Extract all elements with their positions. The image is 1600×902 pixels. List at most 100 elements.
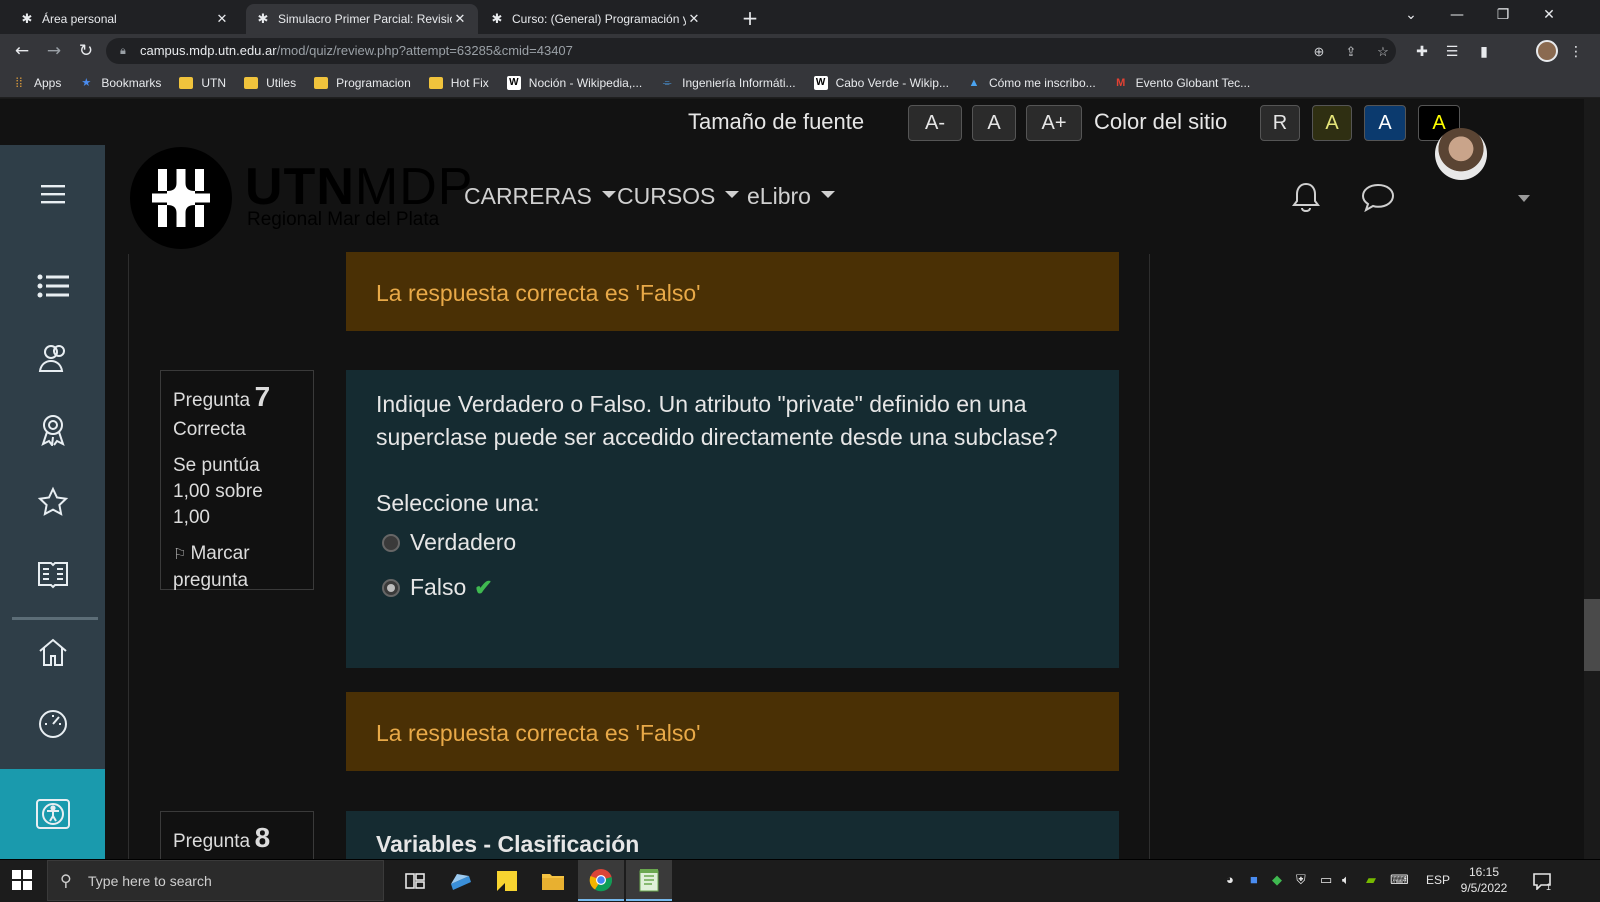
next-question-title: Variables - Clasificación <box>376 831 640 857</box>
defender-tray-icon[interactable]: ⛨ <box>1296 872 1306 888</box>
menu-dots-icon[interactable]: ⋮ <box>1566 42 1586 62</box>
tab-area-personal[interactable]: ✱ Área personal ✕ <box>10 4 240 34</box>
menu-cursos[interactable]: CURSOS <box>617 183 740 210</box>
answer-label: Falso <box>410 574 467 600</box>
profile-avatar-icon[interactable] <box>1536 40 1558 62</box>
menu-elibro[interactable]: eLibro <box>747 183 835 210</box>
tab-title: Curso: (General) Programación y <box>512 12 686 26</box>
bookmark-cabo-verde[interactable]: W Cabo Verde - Wikip... <box>813 75 949 90</box>
volume-icon[interactable]: 🔈︎ <box>1342 872 1350 888</box>
share-icon[interactable]: ⇪ <box>1342 43 1360 61</box>
bookmark-star-icon[interactable]: ☆ <box>1374 43 1392 61</box>
gradebook-icon[interactable] <box>34 555 72 593</box>
menu-label: CARRERAS <box>464 183 592 209</box>
bookmark-label: Programacion <box>336 75 411 90</box>
radio-falso[interactable] <box>382 578 400 597</box>
star-favorites-icon[interactable] <box>34 483 72 521</box>
color-blue-button[interactable]: A <box>1364 105 1406 141</box>
back-button[interactable]: ← <box>10 40 34 62</box>
bookmark-programacion[interactable]: Programacion <box>314 76 411 90</box>
app-icon-store[interactable] <box>438 860 484 901</box>
close-window-button[interactable]: ✕ <box>1526 0 1572 30</box>
zoom-icon[interactable]: ⊕ <box>1310 43 1328 61</box>
nvidia-tray-icon[interactable]: ▰ <box>1366 872 1376 888</box>
security-tray-icon[interactable]: ◆ <box>1272 872 1282 888</box>
discord-tray-icon[interactable]: ◕ <box>1226 872 1234 887</box>
question-number: 7 <box>254 381 271 412</box>
app-icon-notepad[interactable] <box>626 860 672 901</box>
close-tab-icon[interactable]: ✕ <box>214 11 230 27</box>
font-reset-button[interactable]: A <box>972 105 1016 141</box>
new-tab-button[interactable]: + <box>738 6 762 30</box>
home-icon[interactable] <box>34 633 72 671</box>
task-view-icon[interactable] <box>392 860 438 901</box>
hamburger-menu-icon[interactable] <box>34 175 72 213</box>
app-icon-file-explorer[interactable] <box>530 860 576 901</box>
notifications-center-icon[interactable]: 1 <box>1524 860 1560 901</box>
close-tab-icon[interactable]: ✕ <box>686 11 702 27</box>
utn-logo-icon[interactable] <box>130 147 232 249</box>
bookmark-ingenieria[interactable]: ⌯ Ingeniería Informáti... <box>660 76 796 90</box>
extensions-icon[interactable]: ✚ <box>1412 42 1432 62</box>
answer-option-falso[interactable]: Falso ✔ <box>382 574 1089 601</box>
list-icon[interactable] <box>34 267 72 305</box>
taskbar-search-input[interactable]: ⚲ Type here to search <box>47 860 384 901</box>
flag-question-link[interactable]: ⚐ Marcar pregunta <box>173 541 301 594</box>
forward-button[interactable]: → <box>42 40 66 62</box>
tab-search-icon[interactable]: ⌄ <box>1388 0 1434 30</box>
bookmark-bookmarks[interactable]: ★ Bookmarks <box>79 76 161 90</box>
bookmark-evento-globant[interactable]: M Evento Globant Tec... <box>1114 76 1250 90</box>
bookmark-nocion[interactable]: W Noción - Wikipedia,... <box>506 75 642 90</box>
keyboard-icon[interactable]: ⌨ <box>1390 872 1409 888</box>
reload-button[interactable]: ↻ <box>74 40 98 62</box>
close-tab-icon[interactable]: ✕ <box>452 11 468 27</box>
page-scrollbar[interactable] <box>1584 99 1600 859</box>
font-decrease-button[interactable]: A- <box>908 105 962 141</box>
app-icon-chrome[interactable] <box>578 860 624 901</box>
system-clock[interactable]: 16:15 9/5/2022 <box>1454 864 1514 896</box>
input-language[interactable]: ESP <box>1426 873 1450 887</box>
notification-count: 1 <box>1546 882 1552 892</box>
bookmark-hotfix[interactable]: Hot Fix <box>428 76 489 90</box>
dashboard-gauge-icon[interactable] <box>34 705 72 743</box>
messages-chat-icon[interactable] <box>1360 179 1396 215</box>
notifications-bell-icon[interactable] <box>1288 179 1324 215</box>
bookmark-label: UTN <box>201 75 227 90</box>
color-reset-button[interactable]: R <box>1260 105 1300 141</box>
font-increase-button[interactable]: A+ <box>1026 105 1082 141</box>
question-label: Pregunta <box>173 831 251 852</box>
site-color-label: Color del sitio <box>1094 109 1228 134</box>
question-text: Indique Verdadero o Falso. Un atributo "… <box>376 391 1058 450</box>
tab-simulacro[interactable]: ✱ Simulacro Primer Parcial: Revisión ✕ <box>246 4 478 34</box>
accessibility-nav-item[interactable] <box>0 769 105 859</box>
reading-list-icon[interactable]: ☰ <box>1442 42 1462 62</box>
previous-question-feedback: La respuesta correcta es 'Falso' <box>346 252 1119 331</box>
radio-verdadero[interactable] <box>382 533 400 552</box>
color-yellow-button[interactable]: A <box>1312 105 1352 141</box>
bookmark-apps[interactable]: ⁞⁞ Apps <box>12 75 61 90</box>
restore-button[interactable]: ❐ <box>1480 0 1526 30</box>
bookmark-utn[interactable]: UTN <box>179 76 226 90</box>
zoom-tray-icon[interactable]: ■ <box>1250 872 1258 887</box>
question-content-box: Indique Verdadero o Falso. Un atributo "… <box>346 370 1119 668</box>
logo-subtitle: Regional Mar del Plata <box>247 209 440 230</box>
answer-option-verdadero[interactable]: Verdadero <box>382 529 1089 556</box>
wikipedia-icon: W <box>813 75 828 90</box>
badges-icon[interactable] <box>34 411 72 449</box>
bookmark-utiles[interactable]: Utiles <box>244 76 296 90</box>
url-input[interactable]: 🔒︎ campus.mdp.utn.edu.ar/mod/quiz/review… <box>106 38 1396 64</box>
menu-carreras[interactable]: CARRERAS <box>464 183 616 210</box>
participants-icon[interactable] <box>34 339 72 377</box>
minimize-button[interactable]: — <box>1434 0 1480 30</box>
tab-curso[interactable]: ✱ Curso: (General) Programación y ✕ <box>480 4 712 34</box>
bookmark-como-inscribo[interactable]: ▲ Cómo me inscribo... <box>967 76 1096 90</box>
user-avatar[interactable] <box>1435 128 1487 180</box>
site-logo-wordmark[interactable]: UTNMDP <box>245 159 473 215</box>
page-scrollbar-thumb[interactable] <box>1584 599 1600 671</box>
app-icon-sticky-notes[interactable] <box>484 860 530 901</box>
user-menu-caret-icon[interactable] <box>1518 195 1530 202</box>
utn-favicon-icon: ✱ <box>257 11 269 26</box>
side-panel-icon[interactable]: ▮ <box>1474 42 1494 62</box>
windows-start-icon[interactable] <box>12 870 34 892</box>
network-tray-icon[interactable]: ▭ <box>1320 872 1332 888</box>
